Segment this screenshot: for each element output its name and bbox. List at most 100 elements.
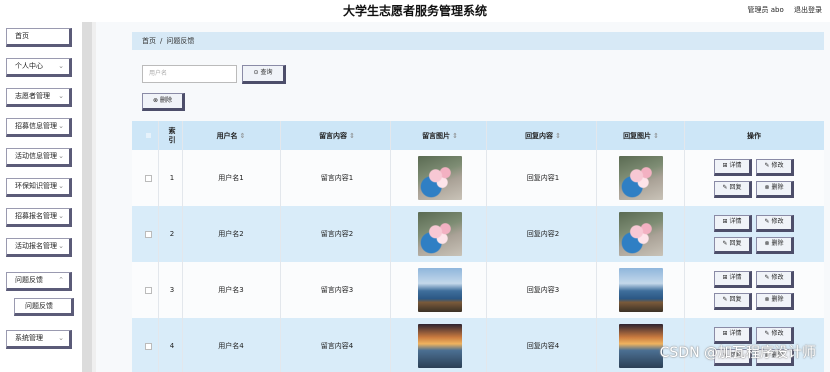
main-content: 首页 / 问题反馈 用户名 ⊙ 查询 ⊗ 删除 索引 用户名 ⇕ 留言内容 ⇕ 留言图片… <box>96 22 830 372</box>
cell-username: 用户名3 <box>218 286 244 294</box>
row-checkbox[interactable] <box>144 286 152 294</box>
select-all-checkbox[interactable] <box>142 121 154 150</box>
cell-reply-image <box>598 262 684 318</box>
sidebar-item-home[interactable]: 首页 <box>6 28 72 47</box>
sidebar-item-activity-signup[interactable]: 活动报名管理 ⌄ <box>6 238 72 257</box>
query-button[interactable]: ⊙ 查询 <box>242 65 286 84</box>
search-input[interactable]: 用户名 <box>142 65 237 83</box>
app-title: 大学生志愿者服务管理系统 <box>342 4 487 18</box>
message-image[interactable] <box>418 156 462 200</box>
edit-button[interactable]: ✎ 修改 <box>756 271 794 288</box>
delete-button[interactable]: ⊗ 删除 <box>756 237 794 254</box>
csdn-watermark: CSDN @加瓦程序设计师 <box>659 345 816 361</box>
reply-image[interactable] <box>619 324 663 368</box>
sort-icon[interactable]: ⇕ <box>240 132 246 140</box>
row-checkbox[interactable] <box>144 174 152 182</box>
sort-icon[interactable]: ⇕ <box>349 132 355 140</box>
logout-link[interactable]: 退出登录 <box>794 6 822 14</box>
row-checkbox[interactable] <box>144 230 152 238</box>
chevron-down-icon: ⌄ <box>58 334 64 342</box>
sidebar-item-activity-info[interactable]: 活动信息管理 ⌄ <box>6 148 72 167</box>
detail-button[interactable]: ⊞ 详情 <box>714 159 752 176</box>
sidebar-item-system[interactable]: 系统管理 ⌄ <box>6 330 72 349</box>
batch-delete-button[interactable]: ⊗ 删除 <box>142 93 185 111</box>
cell-message: 留言内容2 <box>320 230 354 238</box>
chevron-down-icon: ⌄ <box>58 152 64 160</box>
cell-message: 留言内容1 <box>320 174 354 182</box>
sidebar-item-volunteers[interactable]: 志愿者管理 ⌄ <box>6 88 72 107</box>
cell-message-image <box>392 206 488 262</box>
row-checkbox-cell <box>142 318 154 372</box>
breadcrumb: 首页 / 问题反馈 <box>132 32 824 50</box>
column-divider <box>158 121 159 372</box>
sidebar-item-feedback[interactable]: 问题反馈 ⌃ <box>6 272 72 291</box>
reply-button[interactable]: ✎ 回复 <box>714 237 752 254</box>
cell-username: 用户名4 <box>218 342 244 350</box>
cell-index: 4 <box>169 342 175 350</box>
cell-message-image <box>392 150 488 206</box>
sidebar-item-profile[interactable]: 个人中心 ⌄ <box>6 58 72 77</box>
column-header-actions: 操作 <box>747 131 761 140</box>
sidebar-item-label: 活动报名管理 <box>15 242 57 250</box>
cell-reply: 回复内容2 <box>526 230 560 238</box>
edit-button[interactable]: ✎ 修改 <box>756 215 794 232</box>
column-header-message-image[interactable]: 留言图片 ⇕ <box>392 121 488 150</box>
sidebar-item-recruit-info[interactable]: 招募信息管理 ⌄ <box>6 118 72 137</box>
delete-button[interactable]: ⊗ 删除 <box>756 293 794 310</box>
cell-index: 2 <box>169 230 175 238</box>
edit-button[interactable]: ✎ 修改 <box>756 159 794 176</box>
cell-reply: 回复内容3 <box>526 286 560 294</box>
cell-reply: 回复内容4 <box>526 342 560 350</box>
reply-image[interactable] <box>619 268 663 312</box>
column-header-username[interactable]: 用户名 ⇕ <box>186 121 276 150</box>
column-header-index[interactable]: 索引 <box>164 121 180 150</box>
table-row: 2 用户名2 留言内容2 回复内容2 ⊞ 详情 ✎ 修改 ✎ 回复 ⊗ 删除 <box>132 206 824 262</box>
sidebar-item-label: 系统管理 <box>15 334 43 342</box>
sidebar-item-label: 个人中心 <box>15 62 43 70</box>
cell-index: 1 <box>169 174 175 182</box>
sort-icon[interactable]: ⇕ <box>555 132 561 140</box>
cell-username: 用户名2 <box>218 230 244 238</box>
cell-message: 留言内容3 <box>320 286 354 294</box>
table-row: 1 用户名1 留言内容1 回复内容1 ⊞ 详情 ✎ 修改 ✎ 回复 ⊗ 删除 <box>132 150 824 206</box>
reply-image[interactable] <box>619 212 663 256</box>
delete-button[interactable]: ⊗ 删除 <box>756 181 794 198</box>
reply-button[interactable]: ✎ 回复 <box>714 181 752 198</box>
column-header-reply-image[interactable]: 回复图片 ⇕ <box>598 121 684 150</box>
breadcrumb-home[interactable]: 首页 <box>142 37 156 45</box>
sidebar-item-label: 招募报名管理 <box>15 212 57 220</box>
column-header-reply[interactable]: 回复内容 ⇕ <box>488 121 598 150</box>
row-checkbox[interactable] <box>144 342 152 350</box>
sort-icon[interactable]: ⇕ <box>452 132 458 140</box>
sidebar-scrollbar[interactable] <box>82 22 92 372</box>
sidebar-item-label: 首页 <box>15 32 29 40</box>
cell-message: 留言内容4 <box>320 342 354 350</box>
sidebar-item-recruit-signup[interactable]: 招募报名管理 ⌄ <box>6 208 72 227</box>
chevron-down-icon: ⌄ <box>58 242 64 250</box>
checkbox[interactable] <box>144 132 152 139</box>
message-image[interactable] <box>418 324 462 368</box>
sidebar-subitem-feedback[interactable]: 问题反馈 <box>14 298 74 316</box>
row-actions: ⊞ 详情 ✎ 修改 ✎ 回复 ⊗ 删除 <box>714 150 804 206</box>
cell-reply: 回复内容1 <box>526 174 560 182</box>
sort-icon[interactable]: ⇕ <box>653 132 659 140</box>
breadcrumb-separator: / <box>160 37 163 45</box>
column-divider <box>280 121 281 372</box>
detail-button[interactable]: ⊞ 详情 <box>714 215 752 232</box>
sidebar-item-label: 志愿者管理 <box>15 92 50 100</box>
column-divider <box>596 121 597 372</box>
cell-reply-image <box>598 206 684 262</box>
reply-button[interactable]: ✎ 回复 <box>714 293 752 310</box>
reply-image[interactable] <box>619 156 663 200</box>
cell-username: 用户名1 <box>218 174 244 182</box>
user-label: 管理员 abo <box>747 6 784 14</box>
detail-button[interactable]: ⊞ 详情 <box>714 271 752 288</box>
column-header-message[interactable]: 留言内容 ⇕ <box>282 121 392 150</box>
row-checkbox-cell <box>142 262 154 318</box>
message-image[interactable] <box>418 268 462 312</box>
message-image[interactable] <box>418 212 462 256</box>
row-actions: ⊞ 详情 ✎ 修改 ✎ 回复 ⊗ 删除 <box>714 262 804 318</box>
sidebar-item-label: 活动信息管理 <box>15 152 57 160</box>
sidebar-item-eco-knowledge[interactable]: 环保知识管理 ⌄ <box>6 178 72 197</box>
column-divider <box>390 121 391 372</box>
